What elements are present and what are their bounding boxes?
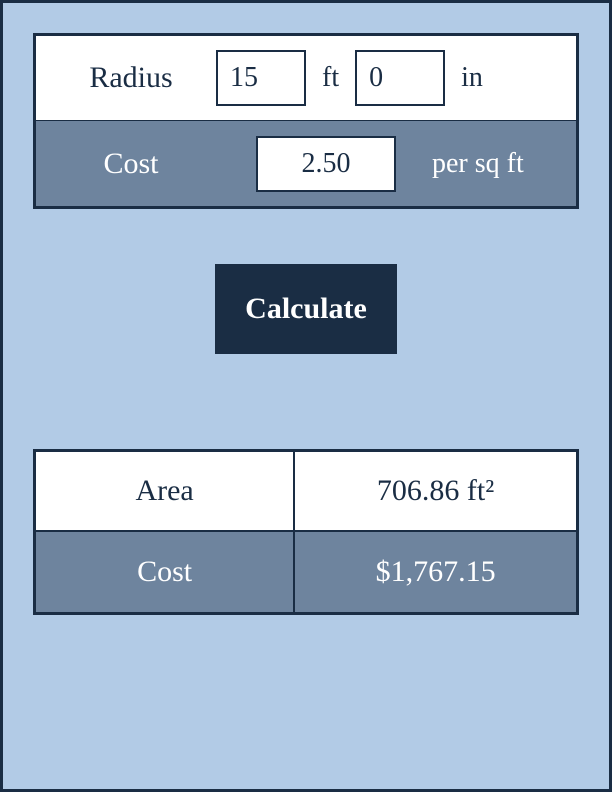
input-table: Radius ft in Cost per sq ft <box>33 33 579 209</box>
area-result-value: 706.86 ft² <box>295 452 576 530</box>
calculate-button[interactable]: Calculate <box>215 264 397 354</box>
area-result-row: Area 706.86 ft² <box>36 452 576 532</box>
feet-unit-label: ft <box>322 62 339 94</box>
result-table: Area 706.86 ft² Cost $1,767.15 <box>33 449 579 615</box>
cost-result-label: Cost <box>36 532 295 612</box>
button-area: Calculate <box>33 264 579 354</box>
cost-row: Cost per sq ft <box>36 121 576 206</box>
cost-input[interactable] <box>256 136 396 192</box>
cost-result-row: Cost $1,767.15 <box>36 532 576 612</box>
radius-feet-input[interactable] <box>216 50 306 106</box>
cost-result-value: $1,767.15 <box>295 532 576 612</box>
calculator-panel: Radius ft in Cost per sq ft Calculate Ar… <box>0 0 612 792</box>
inches-unit-label: in <box>461 62 483 94</box>
radius-fields: ft in <box>216 50 576 106</box>
cost-label: Cost <box>36 147 216 181</box>
radius-inches-input[interactable] <box>355 50 445 106</box>
radius-row: Radius ft in <box>36 36 576 121</box>
radius-label: Radius <box>36 61 216 95</box>
cost-fields: per sq ft <box>216 136 576 192</box>
area-result-label: Area <box>36 452 295 530</box>
cost-unit-label: per sq ft <box>432 148 524 180</box>
